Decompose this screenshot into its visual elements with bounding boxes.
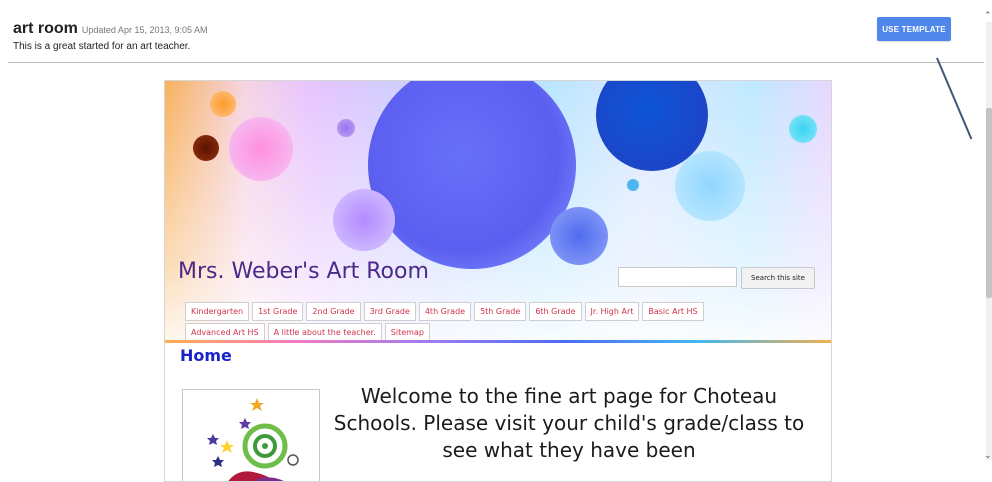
art-swirl-image (182, 389, 320, 481)
nav-row: Kindergarten 1st Grade 2nd Grade 3rd Gra… (185, 302, 805, 321)
header-divider (8, 62, 984, 63)
site-search-input[interactable] (618, 267, 737, 287)
welcome-text: Welcome to the fine art page for Choteau… (333, 384, 805, 462)
nav-tab[interactable]: Kindergarten (185, 302, 250, 321)
page-heading: Home (180, 346, 232, 365)
star-icon (212, 456, 224, 467)
template-preview: Mrs. Weber's Art Room Search this site K… (164, 80, 832, 482)
swirl-shape (287, 454, 299, 466)
star-icon (207, 434, 219, 445)
nav-tab[interactable]: 5th Grade (474, 302, 527, 321)
bubble-decoration (675, 151, 745, 221)
nav-tab[interactable]: Jr. High Art (584, 302, 640, 321)
template-header: art room Updated Apr 15, 2013, 9:05 AM (13, 20, 208, 37)
site-nav: Kindergarten 1st Grade 2nd Grade 3rd Gra… (185, 302, 805, 343)
nav-tab[interactable]: 4th Grade (418, 302, 472, 321)
bubble-decoration (210, 91, 236, 117)
nav-tab[interactable]: Basic Art HS (642, 302, 704, 321)
use-template-button[interactable]: USE TEMPLATE (877, 17, 951, 41)
nav-tab[interactable]: 3rd Grade (363, 302, 416, 321)
bubble-decoration (550, 207, 608, 265)
updated-timestamp: Updated Apr 15, 2013, 9:05 AM (81, 25, 208, 35)
nav-tab[interactable]: 6th Grade (529, 302, 582, 321)
bubble-decoration (333, 189, 395, 251)
bubble-decoration (193, 135, 219, 161)
bubble-decoration (627, 179, 639, 191)
star-icon (250, 398, 264, 411)
template-description: This is a great started for an art teach… (13, 41, 191, 52)
bubble-decoration (368, 81, 576, 269)
site-banner: Mrs. Weber's Art Room Search this site K… (165, 81, 831, 343)
pointer-line (936, 57, 973, 140)
scrollbar-thumb[interactable] (986, 108, 992, 298)
scroll-up-icon[interactable]: ⌃ (984, 10, 992, 22)
star-icon (239, 418, 251, 429)
search-site-button[interactable]: Search this site (741, 267, 815, 289)
star-icon (220, 440, 234, 453)
swirl-illustration (207, 398, 299, 481)
template-name: art room (13, 20, 78, 37)
bubble-decoration (789, 115, 817, 143)
bubble-decoration (229, 117, 293, 181)
banner-divider (165, 340, 831, 343)
bubble-decoration (337, 119, 355, 137)
site-title[interactable]: Mrs. Weber's Art Room (178, 259, 429, 284)
nav-tab[interactable]: 1st Grade (252, 302, 304, 321)
scroll-down-icon[interactable]: ⌄ (984, 450, 992, 462)
nav-tab[interactable]: 2nd Grade (306, 302, 361, 321)
swirl-shape (262, 443, 268, 449)
